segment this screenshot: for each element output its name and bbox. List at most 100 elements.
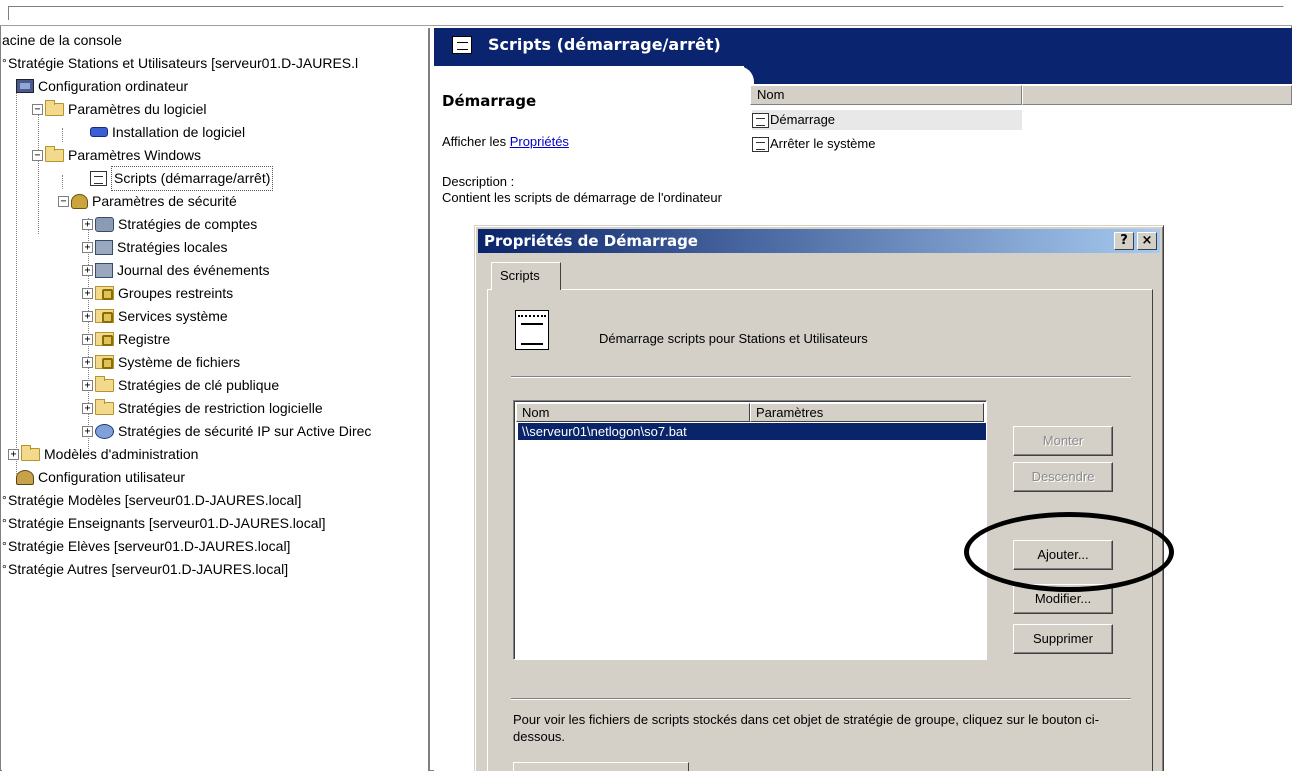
tree-item-label: Stratégies de comptes	[118, 215, 258, 232]
script-icon	[452, 36, 472, 54]
properties-link[interactable]: Propriétés	[510, 134, 569, 149]
edit-button[interactable]: Modifier...	[1013, 584, 1113, 614]
tree-item-ip-security[interactable]: + Stratégies de sécurité IP sur Active Di…	[82, 419, 371, 442]
column-header-parameters[interactable]: Paramètres	[750, 403, 984, 422]
dialog-title: Propriétés de Démarrage	[484, 232, 698, 250]
expand-icon[interactable]: +	[82, 264, 93, 276]
tree-item-label: acine de la console	[2, 31, 122, 48]
tree-item-computer-config[interactable]: Configuration ordinateur	[16, 74, 188, 97]
column-header-name[interactable]: Nom	[750, 85, 1022, 105]
expand-icon[interactable]: +	[82, 241, 93, 253]
tree-item-admin-templates[interactable]: + Modèles d'administration	[8, 442, 198, 465]
collapse-icon[interactable]: −	[58, 195, 69, 207]
tree-item-label: Stratégie Autres [serveur01.D-JAURES.loc…	[8, 560, 289, 577]
locked-folder-icon	[95, 355, 114, 370]
tree-item-label: Journal des événements	[117, 261, 270, 278]
script-icon	[752, 137, 769, 153]
pane-banner: Scripts (démarrage/arrêt)	[434, 28, 1292, 66]
move-up-button[interactable]: Monter	[1013, 426, 1113, 456]
tree-item-policy-stations[interactable]: °Stratégie Stations et Utilisateurs [ser…	[2, 51, 358, 74]
expand-icon[interactable]: +	[82, 425, 93, 437]
properties-prefix: Afficher les	[442, 134, 510, 149]
expand-icon[interactable]: +	[82, 379, 93, 391]
tree-item-label: Groupes restreints	[118, 284, 234, 301]
user-config-icon	[16, 469, 34, 485]
tree-item-label: Stratégie Elèves [serveur01.D-JAURES.loc…	[8, 537, 291, 554]
folder-icon	[45, 99, 64, 116]
dialog-heading: Démarrage scripts pour Stations et Utili…	[599, 331, 868, 346]
tree-item-label: Configuration ordinateur	[38, 77, 189, 94]
event-log-icon	[95, 262, 113, 278]
tree-item-label: Stratégies de restriction logicielle	[118, 399, 323, 416]
local-policies-icon	[95, 239, 113, 255]
console-tree[interactable]: acine de la console °Stratégie Stations …	[2, 28, 430, 771]
tree-item-label: Paramètres du logiciel	[68, 100, 207, 117]
tree-item-label: Registre	[118, 330, 171, 347]
move-down-button[interactable]: Descendre	[1013, 462, 1113, 492]
dialog-titlebar[interactable]: Propriétés de Démarrage ? ×	[478, 229, 1160, 253]
tree-item-public-key-policies[interactable]: + Stratégies de clé publique	[82, 373, 279, 396]
tree-item-console-root[interactable]: acine de la console	[2, 28, 122, 51]
tree-item-scripts[interactable]: Scripts (démarrage/arrêt)	[90, 166, 274, 191]
help-button[interactable]: ?	[1114, 232, 1134, 250]
folder-icon	[21, 444, 40, 461]
tree-item-software-restriction[interactable]: + Stratégies de restriction logicielle	[82, 396, 323, 419]
tree-item-label: Paramètres Windows	[68, 146, 202, 163]
column-header-name[interactable]: Nom	[516, 403, 750, 422]
tree-item-security-settings[interactable]: − Paramètres de sécurité	[58, 189, 237, 212]
column-header-extra[interactable]	[1022, 85, 1292, 105]
tree-item-policy-autres[interactable]: °Stratégie Autres [serveur01.D-JAURES.lo…	[2, 557, 288, 580]
script-icon	[90, 171, 107, 186]
description-text: Contient les scripts de démarrage de l'o…	[442, 190, 722, 205]
tree-item-software-settings[interactable]: − Paramètres du logiciel	[32, 97, 207, 120]
tree-item-label: Stratégies de clé publique	[118, 376, 280, 393]
expand-icon[interactable]: +	[82, 333, 93, 345]
tree-item-account-policies[interactable]: + Stratégies de comptes	[82, 212, 257, 235]
tree-item-policy-modeles[interactable]: °Stratégie Modèles [serveur01.D-JAURES.l…	[2, 488, 301, 511]
delete-button[interactable]: Supprimer	[1013, 624, 1113, 654]
scripts-list[interactable]: Nom Paramètres \\serveur01\netlogon\so7.…	[513, 400, 987, 660]
footer-text: Pour voir les fichiers de scripts stocké…	[513, 712, 1100, 744]
description-label: Description :	[442, 174, 515, 189]
tree-item-registry[interactable]: + Registre	[82, 327, 170, 350]
show-files-button[interactable]	[513, 762, 689, 771]
list-item-label: Arrêter le système	[770, 136, 876, 151]
tree-item-software-install[interactable]: Installation de logiciel	[90, 120, 245, 143]
add-button[interactable]: Ajouter...	[1013, 540, 1113, 570]
tree-item-label: Stratégies locales	[117, 238, 228, 255]
list-item-demarrage[interactable]: Démarrage	[752, 110, 1022, 130]
tree-item-label: Stratégie Modèles [serveur01.D-JAURES.lo…	[8, 491, 302, 508]
expand-icon[interactable]: +	[82, 310, 93, 322]
tab-scripts[interactable]: Scripts	[491, 262, 561, 290]
account-policies-icon	[95, 216, 114, 232]
tree-item-local-policies[interactable]: + Stratégies locales	[82, 235, 228, 258]
tree-item-system-services[interactable]: + Services système	[82, 304, 228, 327]
list-item-label: Démarrage	[770, 112, 836, 127]
tree-item-event-log[interactable]: + Journal des événements	[82, 258, 270, 281]
list-item-so7-bat[interactable]: \\serveur01\netlogon\so7.bat	[518, 423, 986, 440]
tree-item-label: Stratégies de sécurité IP sur Active Dir…	[118, 422, 372, 439]
list-item-arreter[interactable]: Arrêter le système	[752, 134, 875, 154]
tree-item-policy-enseignants[interactable]: °Stratégie Enseignants [serveur01.D-JAUR…	[2, 511, 325, 534]
collapse-icon[interactable]: −	[32, 149, 43, 161]
close-button[interactable]: ×	[1137, 232, 1157, 250]
tree-item-restricted-groups[interactable]: + Groupes restreints	[82, 281, 233, 304]
expand-icon[interactable]: +	[8, 448, 19, 460]
tree-item-windows-settings[interactable]: − Paramètres Windows	[32, 143, 201, 166]
folder-icon	[95, 398, 114, 415]
banner-tab-shape	[734, 66, 1292, 84]
tree-item-policy-eleves[interactable]: °Stratégie Elèves [serveur01.D-JAURES.lo…	[2, 534, 290, 557]
collapse-icon[interactable]: −	[32, 103, 43, 115]
toolbar-strip	[0, 0, 1292, 26]
computer-config-icon	[16, 79, 34, 94]
locked-folder-icon	[95, 309, 114, 324]
expand-icon[interactable]: +	[82, 356, 93, 368]
expand-icon[interactable]: +	[82, 218, 93, 230]
expand-icon[interactable]: +	[82, 287, 93, 299]
software-install-icon	[90, 127, 108, 138]
tree-item-file-system[interactable]: + Système de fichiers	[82, 350, 240, 373]
expand-icon[interactable]: +	[82, 402, 93, 414]
locked-folder-icon	[95, 332, 114, 347]
tree-item-user-config[interactable]: Configuration utilisateur	[16, 465, 185, 488]
tree-item-label: Scripts (démarrage/arrêt)	[111, 166, 274, 191]
